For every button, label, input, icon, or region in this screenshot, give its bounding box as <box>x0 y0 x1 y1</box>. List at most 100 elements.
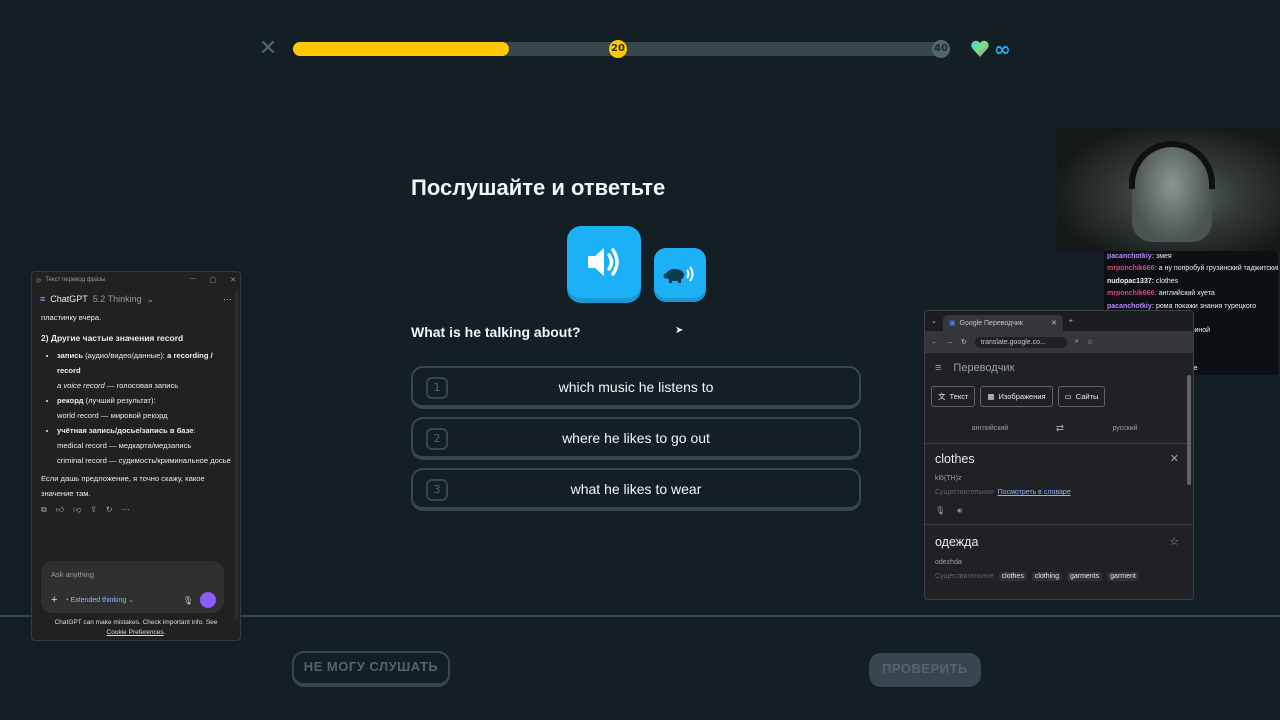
list-item: учётная запись/досье/запись в базе: medi… <box>57 423 231 468</box>
check-button[interactable]: ПРОВЕРИТЬ <box>869 653 981 687</box>
chat-header: ≡ ChatGPT 5.2 Thinking ⌄ ⋯ <box>32 288 240 310</box>
turtle-icon <box>663 266 694 283</box>
chat-username: pacanchotkiy: <box>1107 253 1157 260</box>
speaker-icon <box>588 248 619 276</box>
close-icon[interactable]: ✕ <box>258 38 278 60</box>
chat-message: пластинку вчера. 2) Другие частые значен… <box>32 310 240 501</box>
app-icon: ◎ <box>36 277 42 284</box>
zoom-icon[interactable]: ⌕ <box>1075 338 1079 346</box>
share-icon[interactable]: ⇪ <box>90 505 97 515</box>
close-icon[interactable]: ✕ <box>230 276 236 284</box>
clear-text-icon[interactable]: ✕ <box>1170 452 1179 465</box>
back-icon[interactable]: ← <box>931 339 938 346</box>
source-language[interactable]: английский <box>935 425 1045 432</box>
alt-chip[interactable]: clothing <box>1031 572 1062 581</box>
reload-icon[interactable]: ↻ <box>961 338 967 346</box>
webcam-feed <box>1057 127 1280 251</box>
translate-icon: 文 <box>938 392 946 401</box>
listen-icon[interactable]: 🔊︎ <box>957 506 962 516</box>
copy-icon[interactable]: ⧉ <box>41 505 47 515</box>
extended-thinking-toggle[interactable]: ◔ Extended thinking ⌄ <box>64 596 134 604</box>
mode-tabs: 文 Текст ▦ Изображения ▭ Сайты <box>925 386 1193 407</box>
target-language[interactable]: русский <box>1075 425 1175 432</box>
dictionary-link[interactable]: Посмотреть в словаре <box>998 489 1071 496</box>
alt-chip[interactable]: clothes <box>998 572 1027 581</box>
microphone-icon[interactable]: 🎙︎ <box>935 506 945 516</box>
answer-options: 1 which music he listens to 2 where he l… <box>411 366 861 519</box>
url-field[interactable]: translate.google.co... <box>974 336 1067 348</box>
headset-shape <box>1129 141 1215 189</box>
tab-title: Google Переводчик <box>959 319 1023 327</box>
google-translate-window: ⌄ ▣ Google Переводчик ✕ + ← → ↻ translat… <box>924 310 1194 600</box>
save-star-icon[interactable]: ☆ <box>1169 535 1179 548</box>
progress-fill <box>293 42 510 56</box>
new-tab-icon[interactable]: + <box>1069 318 1073 325</box>
tab-sites[interactable]: ▭ Сайты <box>1057 386 1106 407</box>
sidebar-toggle-icon[interactable]: ≡ <box>40 294 45 304</box>
bookmark-star-icon[interactable]: ☆ <box>1087 338 1093 346</box>
more-icon[interactable]: ⋯ <box>122 505 130 515</box>
browser-tabbar: ⌄ ▣ Google Переводчик ✕ + <box>925 311 1193 331</box>
answer-option-1[interactable]: 1 which music he listens to <box>411 366 861 409</box>
image-icon: ▦ <box>987 392 995 401</box>
minimize-icon[interactable]: ─ <box>191 276 196 284</box>
slow-audio-button[interactable] <box>654 248 706 298</box>
chat-text: английский хуета <box>1158 290 1215 298</box>
maximize-icon[interactable]: ▢ <box>210 276 217 284</box>
cant-listen-button[interactable]: НЕ МОГУ СЛУШАТЬ <box>292 651 450 687</box>
list-item: рекорд (лучший результат): world record … <box>57 393 231 423</box>
cookie-preferences-link[interactable]: Cookie Preferences <box>107 629 164 636</box>
message-actions: ⧉ 👍︎ 👎︎ ⇪ ↻ ⋯ <box>32 501 240 519</box>
answer-option-3[interactable]: 3 what he likes to wear <box>411 468 861 511</box>
chatgpt-window: ◎ Текст перевод фразы ─ ▢ ✕ ≡ ChatGPT 5.… <box>31 271 241 641</box>
chat-username: mrponchik666: <box>1107 290 1159 298</box>
play-audio-button[interactable] <box>567 226 641 298</box>
chat-text: а ну попробуй грузинский таджитский поиз… <box>1158 265 1278 273</box>
microphone-icon[interactable]: 🎙︎ <box>183 596 193 605</box>
source-input[interactable]: clothes <box>935 452 1183 466</box>
alt-chip[interactable]: garments <box>1066 572 1103 581</box>
source-panel: clothes ✕ klō(TH)z Существительное Посмот… <box>925 444 1193 524</box>
translate-favicon-icon: ▣ <box>948 320 956 327</box>
exercise-title: Послушайте и ответьте <box>411 175 666 200</box>
prompt-input[interactable]: Ask anything + ◔ Extended thinking ⌄ 🎙︎ <box>41 561 224 613</box>
option-text: what he likes to wear <box>570 480 702 497</box>
target-transliteration: odezhda <box>935 559 962 566</box>
alt-chip[interactable]: garment <box>1107 572 1139 581</box>
site-icon: ▭ <box>1064 392 1072 401</box>
answer-option-2[interactable]: 2 where he likes to go out <box>411 417 861 460</box>
chat-message: mrponchik666: а ну попробуй грузинский т… <box>1104 263 1278 276</box>
window-titlebar: ◎ Текст перевод фразы ─ ▢ ✕ <box>32 272 240 288</box>
swap-languages-icon[interactable]: ⇄ <box>1045 423 1075 434</box>
plus-icon[interactable]: + <box>51 594 57 606</box>
chat-message: mrponchik666: английский хуета <box>1104 288 1278 301</box>
app-name[interactable]: ChatGPT <box>50 294 88 304</box>
chevron-down-icon: ⌄ <box>146 293 155 304</box>
chat-username: pacanchotkiy: <box>1107 302 1157 310</box>
section-heading: 2) Другие частые значения record <box>41 333 184 343</box>
model-selector[interactable]: 5.2 Thinking <box>93 294 142 304</box>
more-options-icon[interactable]: ⋯ <box>223 294 232 305</box>
browser-tab[interactable]: ▣ Google Переводчик ✕ <box>942 315 1063 331</box>
menu-icon[interactable]: ≡ <box>935 362 941 374</box>
disclaimer: ChatGPT can make mistakes. Check importa… <box>54 619 218 636</box>
option-number: 1 <box>426 377 448 399</box>
regenerate-icon[interactable]: ↻ <box>106 505 113 515</box>
tab-images[interactable]: ▦ Изображения <box>980 386 1053 407</box>
chat-text: clothes <box>1156 277 1179 285</box>
tab-text[interactable]: 文 Текст <box>931 386 976 407</box>
forward-icon[interactable]: → <box>946 339 953 346</box>
voice-mode-button[interactable] <box>200 592 216 608</box>
translate-header: ≡ Переводчик <box>925 353 1193 383</box>
thumbs-down-icon[interactable]: 👎︎ <box>73 505 81 515</box>
chat-text: змея <box>1156 253 1172 260</box>
part-of-speech: Существительное Посмотреть в словаре <box>935 489 1071 496</box>
thumbs-up-icon[interactable]: 👍︎ <box>56 505 64 515</box>
message-text: пластинку вчера. <box>41 313 102 322</box>
scrollbar[interactable] <box>235 290 238 620</box>
close-tab-icon[interactable]: ✕ <box>1051 319 1057 327</box>
scrollbar[interactable] <box>1187 375 1191 485</box>
chat-username: mrponchik666: <box>1107 265 1159 273</box>
tab-menu-icon[interactable]: ⌄ <box>931 317 937 325</box>
message-text: Если дашь предложение, я точно скажу, ка… <box>41 474 205 498</box>
